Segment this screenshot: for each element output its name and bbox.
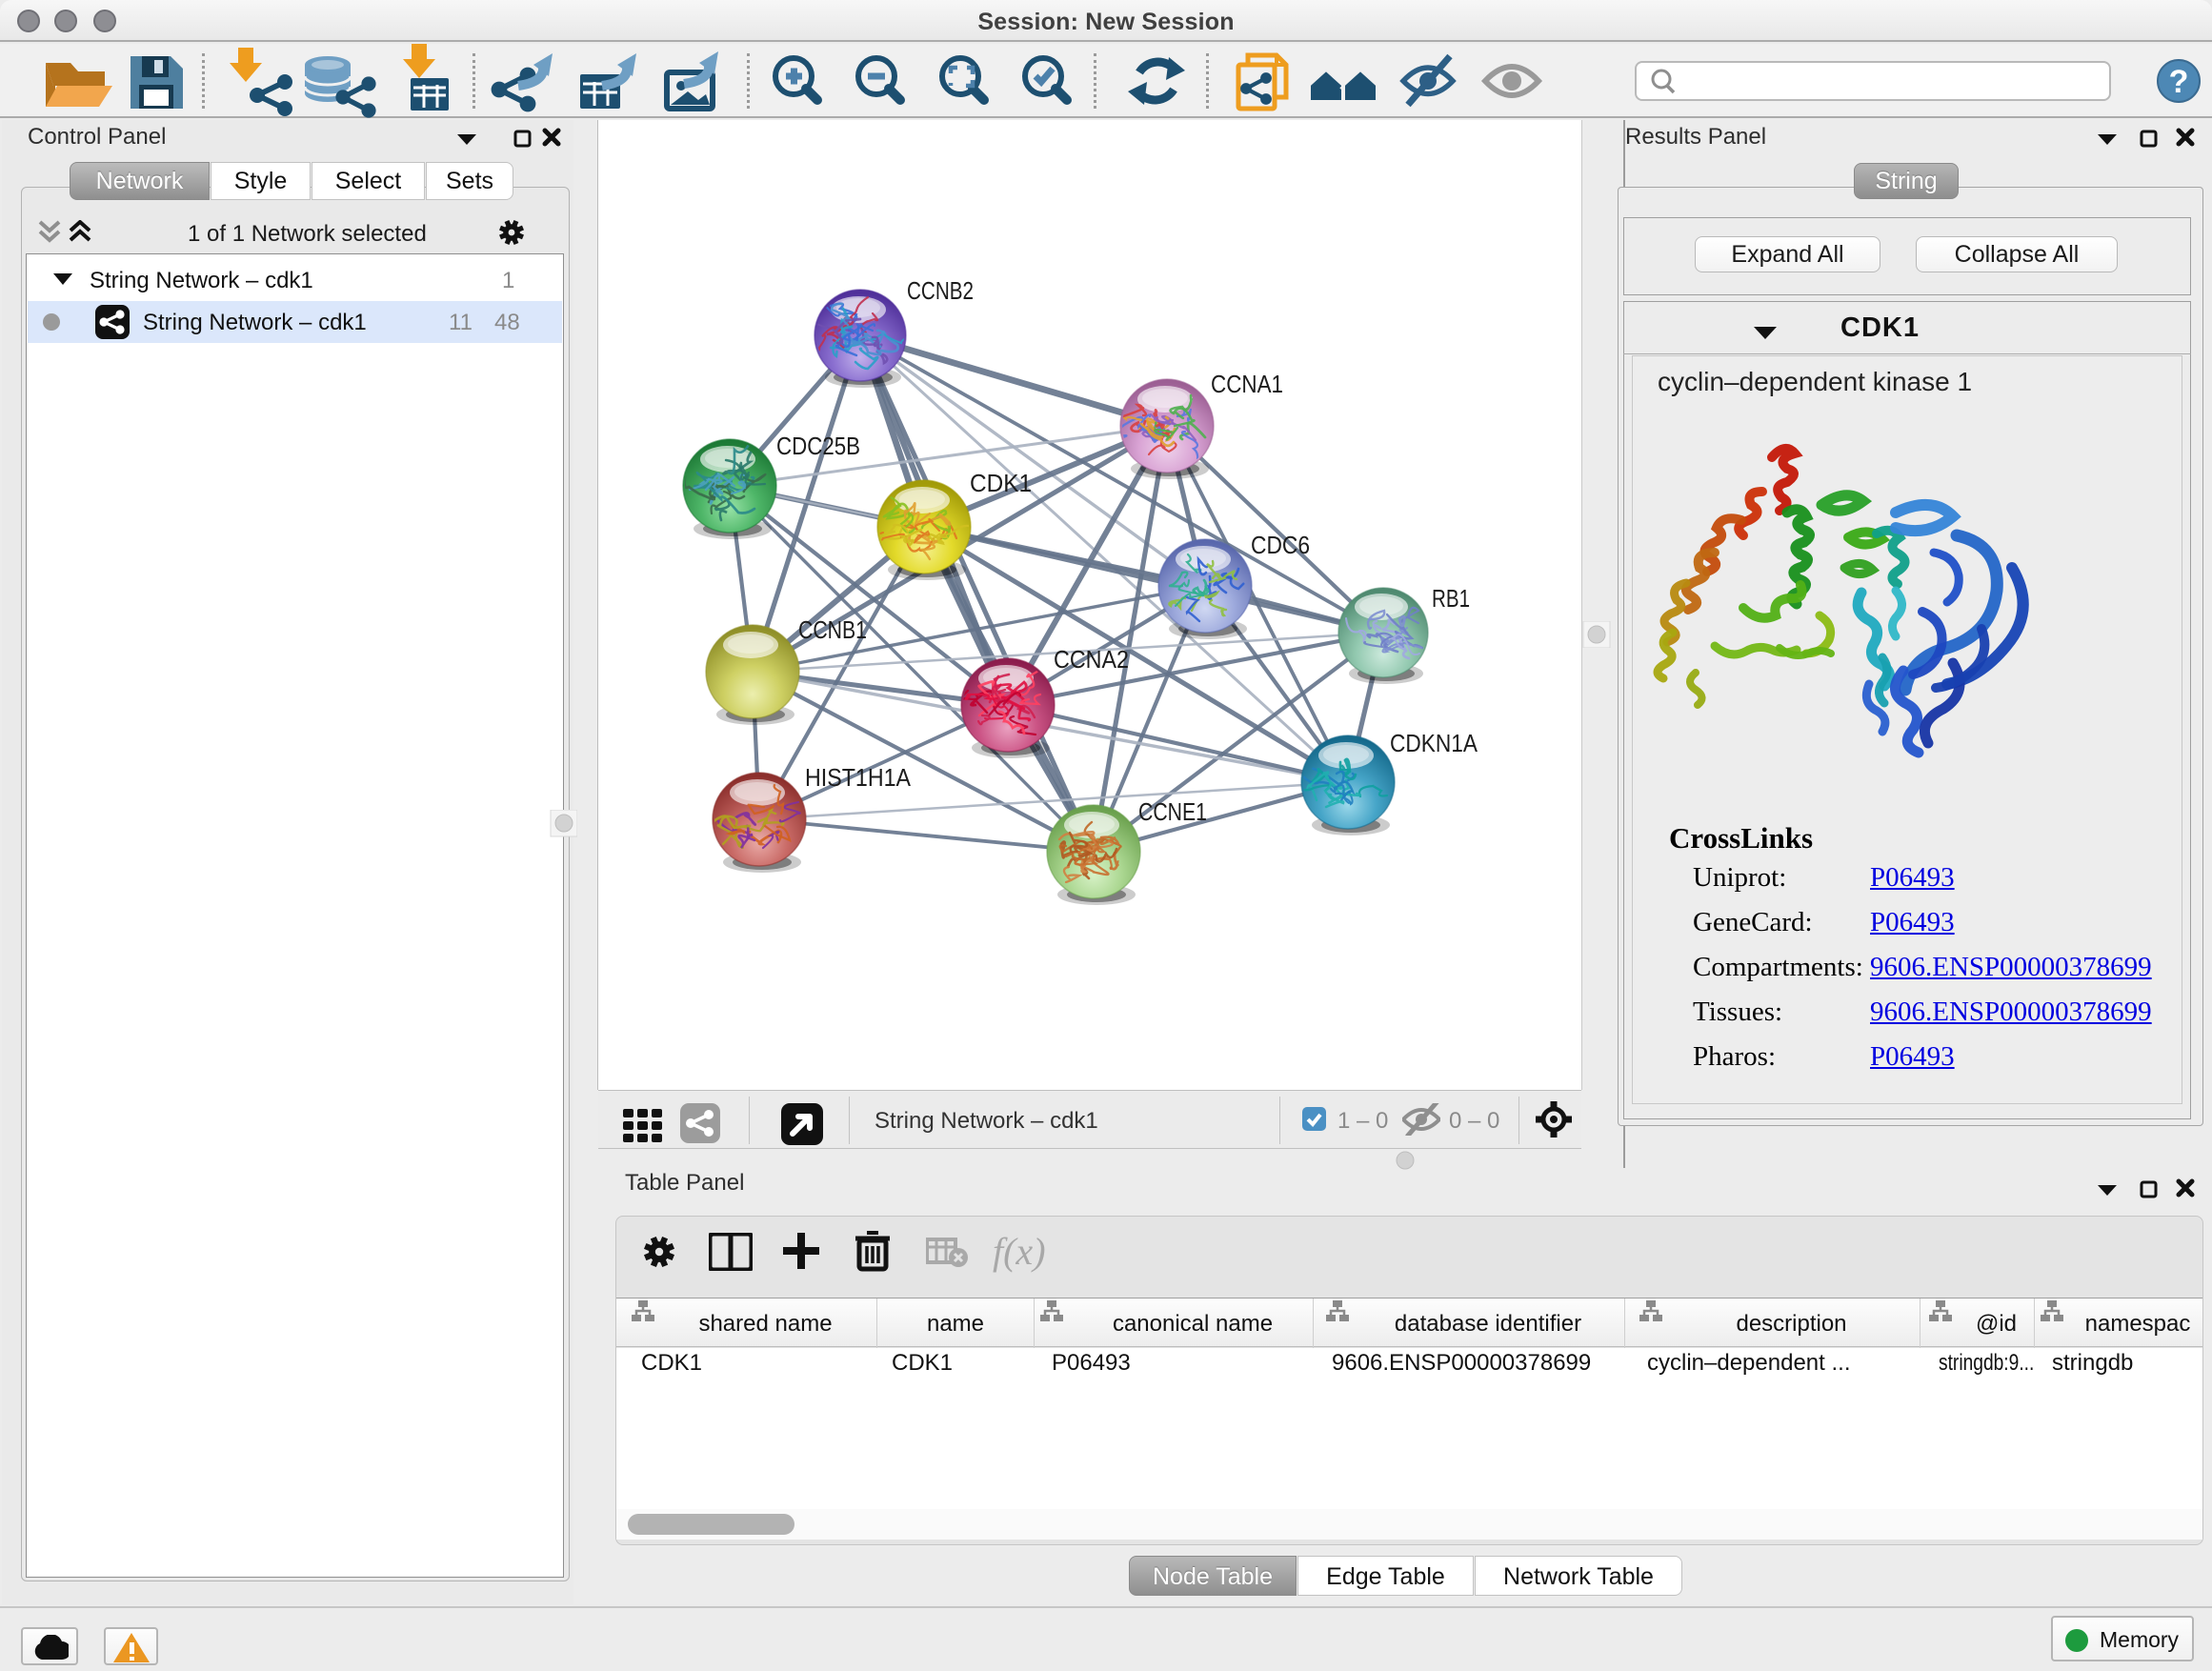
- svg-text:CDKN1A: CDKN1A: [1390, 729, 1478, 757]
- svg-text:CCNB1: CCNB1: [798, 615, 867, 644]
- svg-text:CDK1: CDK1: [970, 469, 1032, 497]
- svg-text:CCNA2: CCNA2: [1054, 645, 1129, 674]
- svg-text:CCNA1: CCNA1: [1211, 370, 1283, 398]
- svg-text:RB1: RB1: [1432, 584, 1470, 613]
- svg-text:?: ?: [2169, 64, 2189, 100]
- svg-text:CDC25B: CDC25B: [776, 432, 860, 460]
- svg-text:CCNB2: CCNB2: [907, 276, 974, 305]
- svg-text:CDC6: CDC6: [1251, 531, 1310, 559]
- svg-text:CCNE1: CCNE1: [1138, 797, 1207, 826]
- svg-text:HIST1H1A: HIST1H1A: [805, 763, 912, 792]
